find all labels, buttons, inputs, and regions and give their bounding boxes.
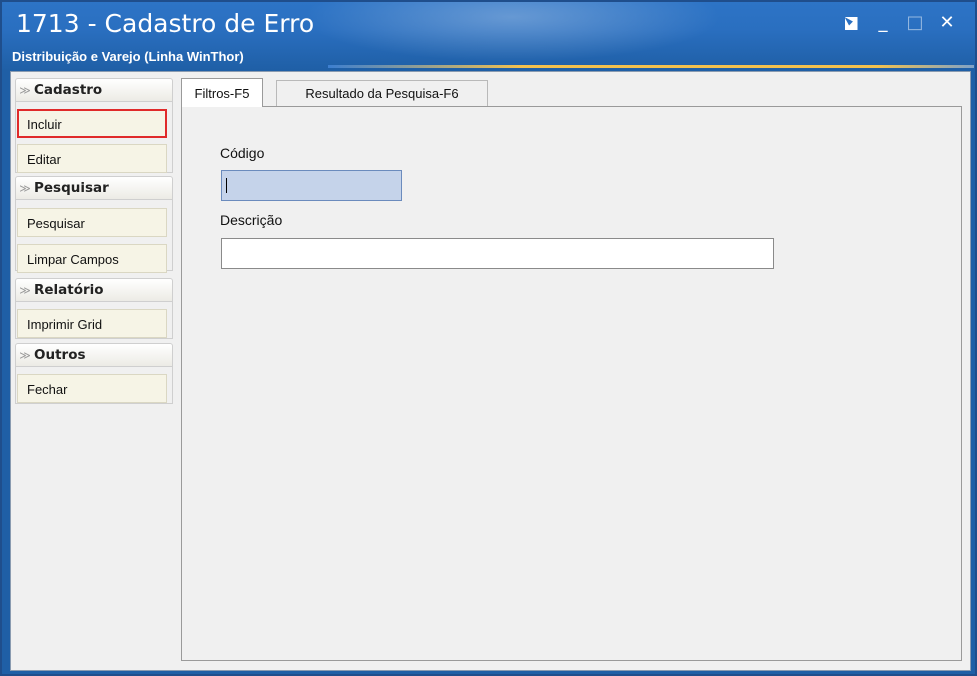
filtros-panel: Código Descrição bbox=[181, 106, 962, 661]
group-label: Pesquisar bbox=[34, 180, 109, 196]
chevron-collapse-icon: ≫ bbox=[19, 284, 31, 297]
chevron-collapse-icon: ≫ bbox=[19, 349, 31, 362]
chevron-collapse-icon: ≫ bbox=[19, 84, 31, 97]
chevron-collapse-icon: ≫ bbox=[19, 182, 31, 195]
group-header-relatorio[interactable]: ≫ Relatório bbox=[15, 278, 173, 302]
minimize-icon: _ bbox=[878, 12, 888, 33]
window-title: 1713 - Cadastro de Erro bbox=[16, 9, 315, 38]
fechar-button[interactable]: Fechar bbox=[17, 374, 167, 403]
descricao-label: Descrição bbox=[220, 212, 283, 228]
group-label: Relatório bbox=[34, 282, 104, 298]
group-header-pesquisar[interactable]: ≫ Pesquisar bbox=[15, 176, 173, 200]
incluir-button[interactable]: Incluir bbox=[17, 109, 167, 138]
app-window: 1713 - Cadastro de Erro Distribuição e V… bbox=[0, 0, 977, 676]
close-button[interactable]: ✕ bbox=[934, 10, 960, 36]
restore-button[interactable] bbox=[838, 10, 864, 36]
group-label: Cadastro bbox=[34, 82, 103, 98]
editar-button[interactable]: Editar bbox=[17, 144, 167, 173]
client-area: ≫ Cadastro Incluir Editar ≫ Pesquisar Pesq… bbox=[10, 71, 971, 671]
codigo-input[interactable] bbox=[221, 170, 402, 201]
title-accent-line bbox=[328, 65, 974, 68]
group-header-cadastro[interactable]: ≫ Cadastro bbox=[15, 78, 173, 102]
title-glow bbox=[302, 2, 722, 62]
imprimir-grid-button[interactable]: Imprimir Grid bbox=[17, 309, 167, 338]
text-caret bbox=[226, 178, 227, 193]
descricao-input[interactable] bbox=[221, 238, 774, 269]
close-icon: ✕ bbox=[939, 12, 955, 33]
codigo-label: Código bbox=[220, 145, 265, 161]
sidebar: ≫ Cadastro Incluir Editar ≫ Pesquisar Pesq… bbox=[15, 78, 173, 412]
title-bar: 1713 - Cadastro de Erro Distribuição e V… bbox=[2, 2, 975, 70]
group-header-outros[interactable]: ≫ Outros bbox=[15, 343, 173, 367]
maximize-icon: □ bbox=[906, 12, 924, 33]
group-label: Outros bbox=[34, 347, 86, 363]
pesquisar-button[interactable]: Pesquisar bbox=[17, 208, 167, 237]
maximize-button[interactable]: □ bbox=[902, 10, 928, 36]
limpar-campos-button[interactable]: Limpar Campos bbox=[17, 244, 167, 273]
restore-icon bbox=[844, 17, 858, 30]
minimize-button[interactable]: _ bbox=[870, 10, 896, 36]
tab-filtros[interactable]: Filtros-F5 bbox=[181, 78, 263, 107]
tab-resultado-pesquisa[interactable]: Resultado da Pesquisa-F6 bbox=[276, 80, 488, 106]
window-subtitle: Distribuição e Varejo (Linha WinThor) bbox=[12, 49, 244, 64]
